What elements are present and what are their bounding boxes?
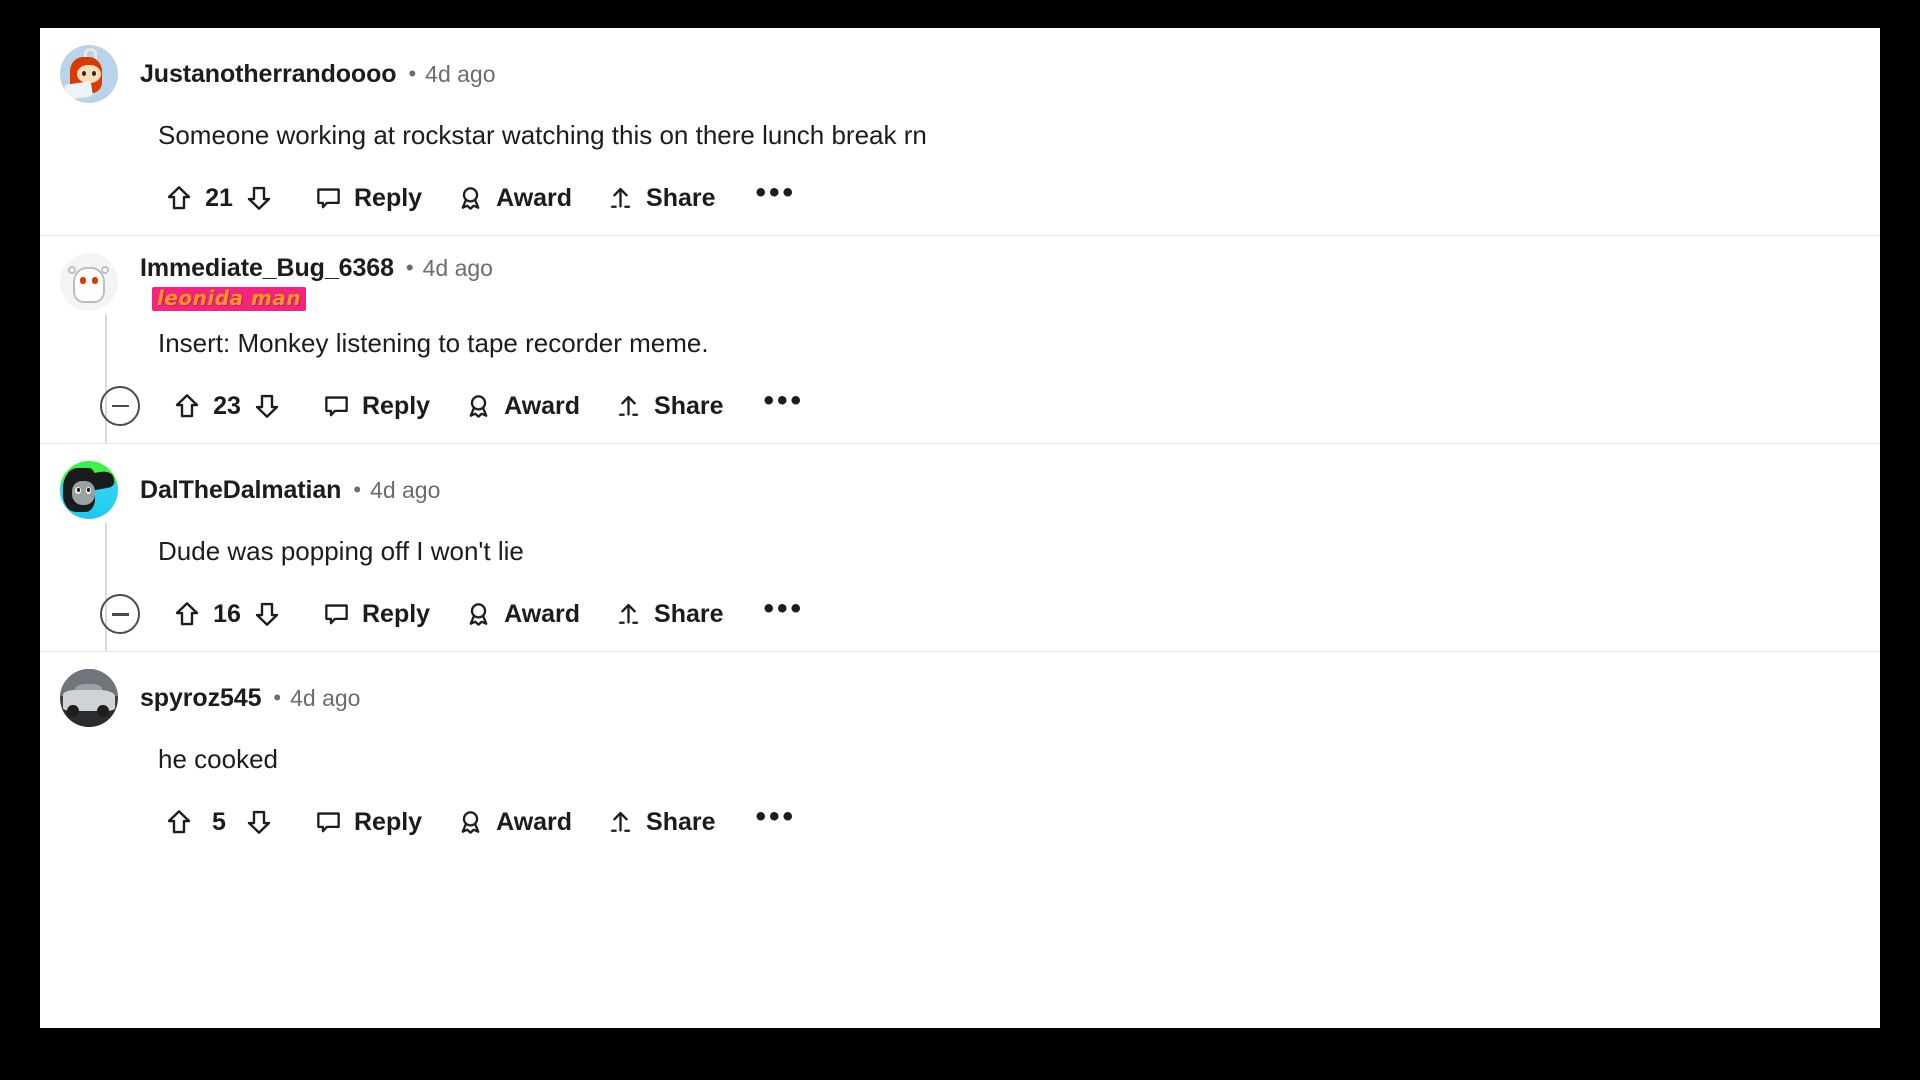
vote-score: 21 <box>205 183 233 212</box>
reply-button[interactable]: Reply <box>314 808 422 837</box>
upvote-icon[interactable] <box>166 593 208 635</box>
reply-label: Reply <box>362 599 431 628</box>
vote-score: 23 <box>213 391 241 420</box>
collapse-thread-button[interactable] <box>100 594 140 635</box>
share-arrow-icon <box>606 808 635 837</box>
comment-timestamp: 4d ago <box>422 254 493 281</box>
downvote-icon[interactable] <box>238 177 280 219</box>
comment-author[interactable]: spyroz545 <box>140 684 261 713</box>
comment-body: Someone working at rockstar watching thi… <box>158 120 927 150</box>
car-photo-avatar[interactable] <box>60 669 118 728</box>
separator-dot: • <box>273 685 282 711</box>
share-button[interactable]: Share <box>606 183 716 213</box>
reply-label: Reply <box>354 183 423 212</box>
reply-label: Reply <box>362 391 431 420</box>
comment-author[interactable]: DalTheDalmatian <box>140 476 341 505</box>
upvote-icon[interactable] <box>158 177 200 219</box>
award-label: Award <box>496 183 573 212</box>
collapse-thread-button[interactable] <box>100 386 140 427</box>
share-button[interactable]: Share <box>614 599 724 629</box>
share-label: Share <box>654 391 724 420</box>
reply-button[interactable]: Reply <box>314 184 422 213</box>
snoo-red-avatar[interactable] <box>60 45 118 103</box>
comment-thread: DalTheDalmatian • 4d ago Dude was poppin… <box>40 444 1880 653</box>
award-medal-icon <box>456 808 485 837</box>
award-label: Award <box>496 807 573 836</box>
vote-group: 21 <box>158 177 280 219</box>
comment-actions: 16 Reply Award Share ••• <box>40 575 1880 635</box>
dalmatian-avatar[interactable] <box>60 461 118 520</box>
snoo-grey-avatar[interactable] <box>60 253 118 312</box>
comment-header: spyroz545 • 4d ago <box>40 669 1880 728</box>
minus-icon <box>111 613 129 616</box>
comment-bubble-icon <box>322 392 351 421</box>
vote-group: 16 <box>166 593 288 635</box>
comments-panel: Justanotherrandoooo • 4d ago Someone wor… <box>40 28 1880 1028</box>
upvote-icon[interactable] <box>166 385 208 427</box>
comment-header: Immediate_Bug_6368 • 4d ago Leonida man <box>40 253 1880 312</box>
upvote-icon[interactable] <box>158 801 200 843</box>
more-options-button[interactable]: ••• <box>756 178 797 212</box>
award-button[interactable]: Award <box>464 600 580 629</box>
comment-body: Dude was popping off I won't lie <box>158 536 524 567</box>
award-button[interactable]: Award <box>456 808 572 837</box>
comment-bubble-icon <box>314 184 343 213</box>
comment-timestamp: 4d ago <box>370 476 441 503</box>
vote-group: 5 <box>158 801 280 843</box>
comment-actions: 23 Reply Award Share ••• <box>40 367 1880 427</box>
comment-header: DalTheDalmatian • 4d ago <box>40 461 1880 520</box>
share-arrow-icon <box>614 392 643 421</box>
vote-score: 16 <box>213 599 241 628</box>
separator-dot: • <box>408 61 417 86</box>
share-label: Share <box>646 183 716 212</box>
reply-label: Reply <box>354 807 423 836</box>
comment-body: Insert: Monkey listening to tape recorde… <box>158 328 709 359</box>
user-flair-badge: Leonida man <box>152 286 307 311</box>
award-medal-icon <box>464 392 493 421</box>
award-button[interactable]: Award <box>456 184 572 213</box>
comment-author[interactable]: Justanotherrandoooo <box>140 60 397 89</box>
reply-button[interactable]: Reply <box>322 600 430 629</box>
separator-dot: • <box>353 477 362 503</box>
comment-body: he cooked <box>158 744 278 775</box>
more-options-button[interactable]: ••• <box>764 594 805 628</box>
vote-group: 23 <box>166 385 288 427</box>
downvote-icon[interactable] <box>238 801 280 843</box>
downvote-icon[interactable] <box>246 385 288 427</box>
comment-actions: 5 Reply Award Share ••• <box>40 783 1880 843</box>
more-options-button[interactable]: ••• <box>756 802 797 836</box>
share-arrow-icon <box>614 600 643 629</box>
comment-timestamp: 4d ago <box>425 60 496 87</box>
comment-thread: spyroz545 • 4d ago he cooked 5 Reply Awa… <box>40 652 1880 859</box>
vote-score: 5 <box>212 807 226 836</box>
award-button[interactable]: Award <box>464 392 580 421</box>
comment-thread: Immediate_Bug_6368 • 4d ago Leonida man … <box>40 236 1880 445</box>
share-label: Share <box>654 599 724 628</box>
share-button[interactable]: Share <box>606 807 716 837</box>
comment-actions: 21 Reply Award Share ••• <box>40 159 1880 219</box>
comment-author[interactable]: Immediate_Bug_6368 <box>140 254 394 283</box>
comment-bubble-icon <box>322 600 351 629</box>
screenshot-root: Justanotherrandoooo • 4d ago Someone wor… <box>0 0 1920 1080</box>
award-medal-icon <box>464 600 493 629</box>
separator-dot: • <box>405 255 414 281</box>
award-label: Award <box>504 599 581 628</box>
share-label: Share <box>646 807 716 836</box>
award-label: Award <box>504 391 581 420</box>
reply-button[interactable]: Reply <box>322 392 430 421</box>
award-medal-icon <box>456 184 485 213</box>
comment-thread: Justanotherrandoooo • 4d ago Someone wor… <box>40 28 1880 237</box>
more-options-button[interactable]: ••• <box>764 386 805 420</box>
share-arrow-icon <box>606 184 635 213</box>
minus-icon <box>111 404 129 408</box>
comment-timestamp: 4d ago <box>290 684 361 711</box>
share-button[interactable]: Share <box>614 391 724 421</box>
comment-header: Justanotherrandoooo • 4d ago <box>40 45 1880 103</box>
comment-bubble-icon <box>314 808 343 837</box>
downvote-icon[interactable] <box>246 593 288 635</box>
